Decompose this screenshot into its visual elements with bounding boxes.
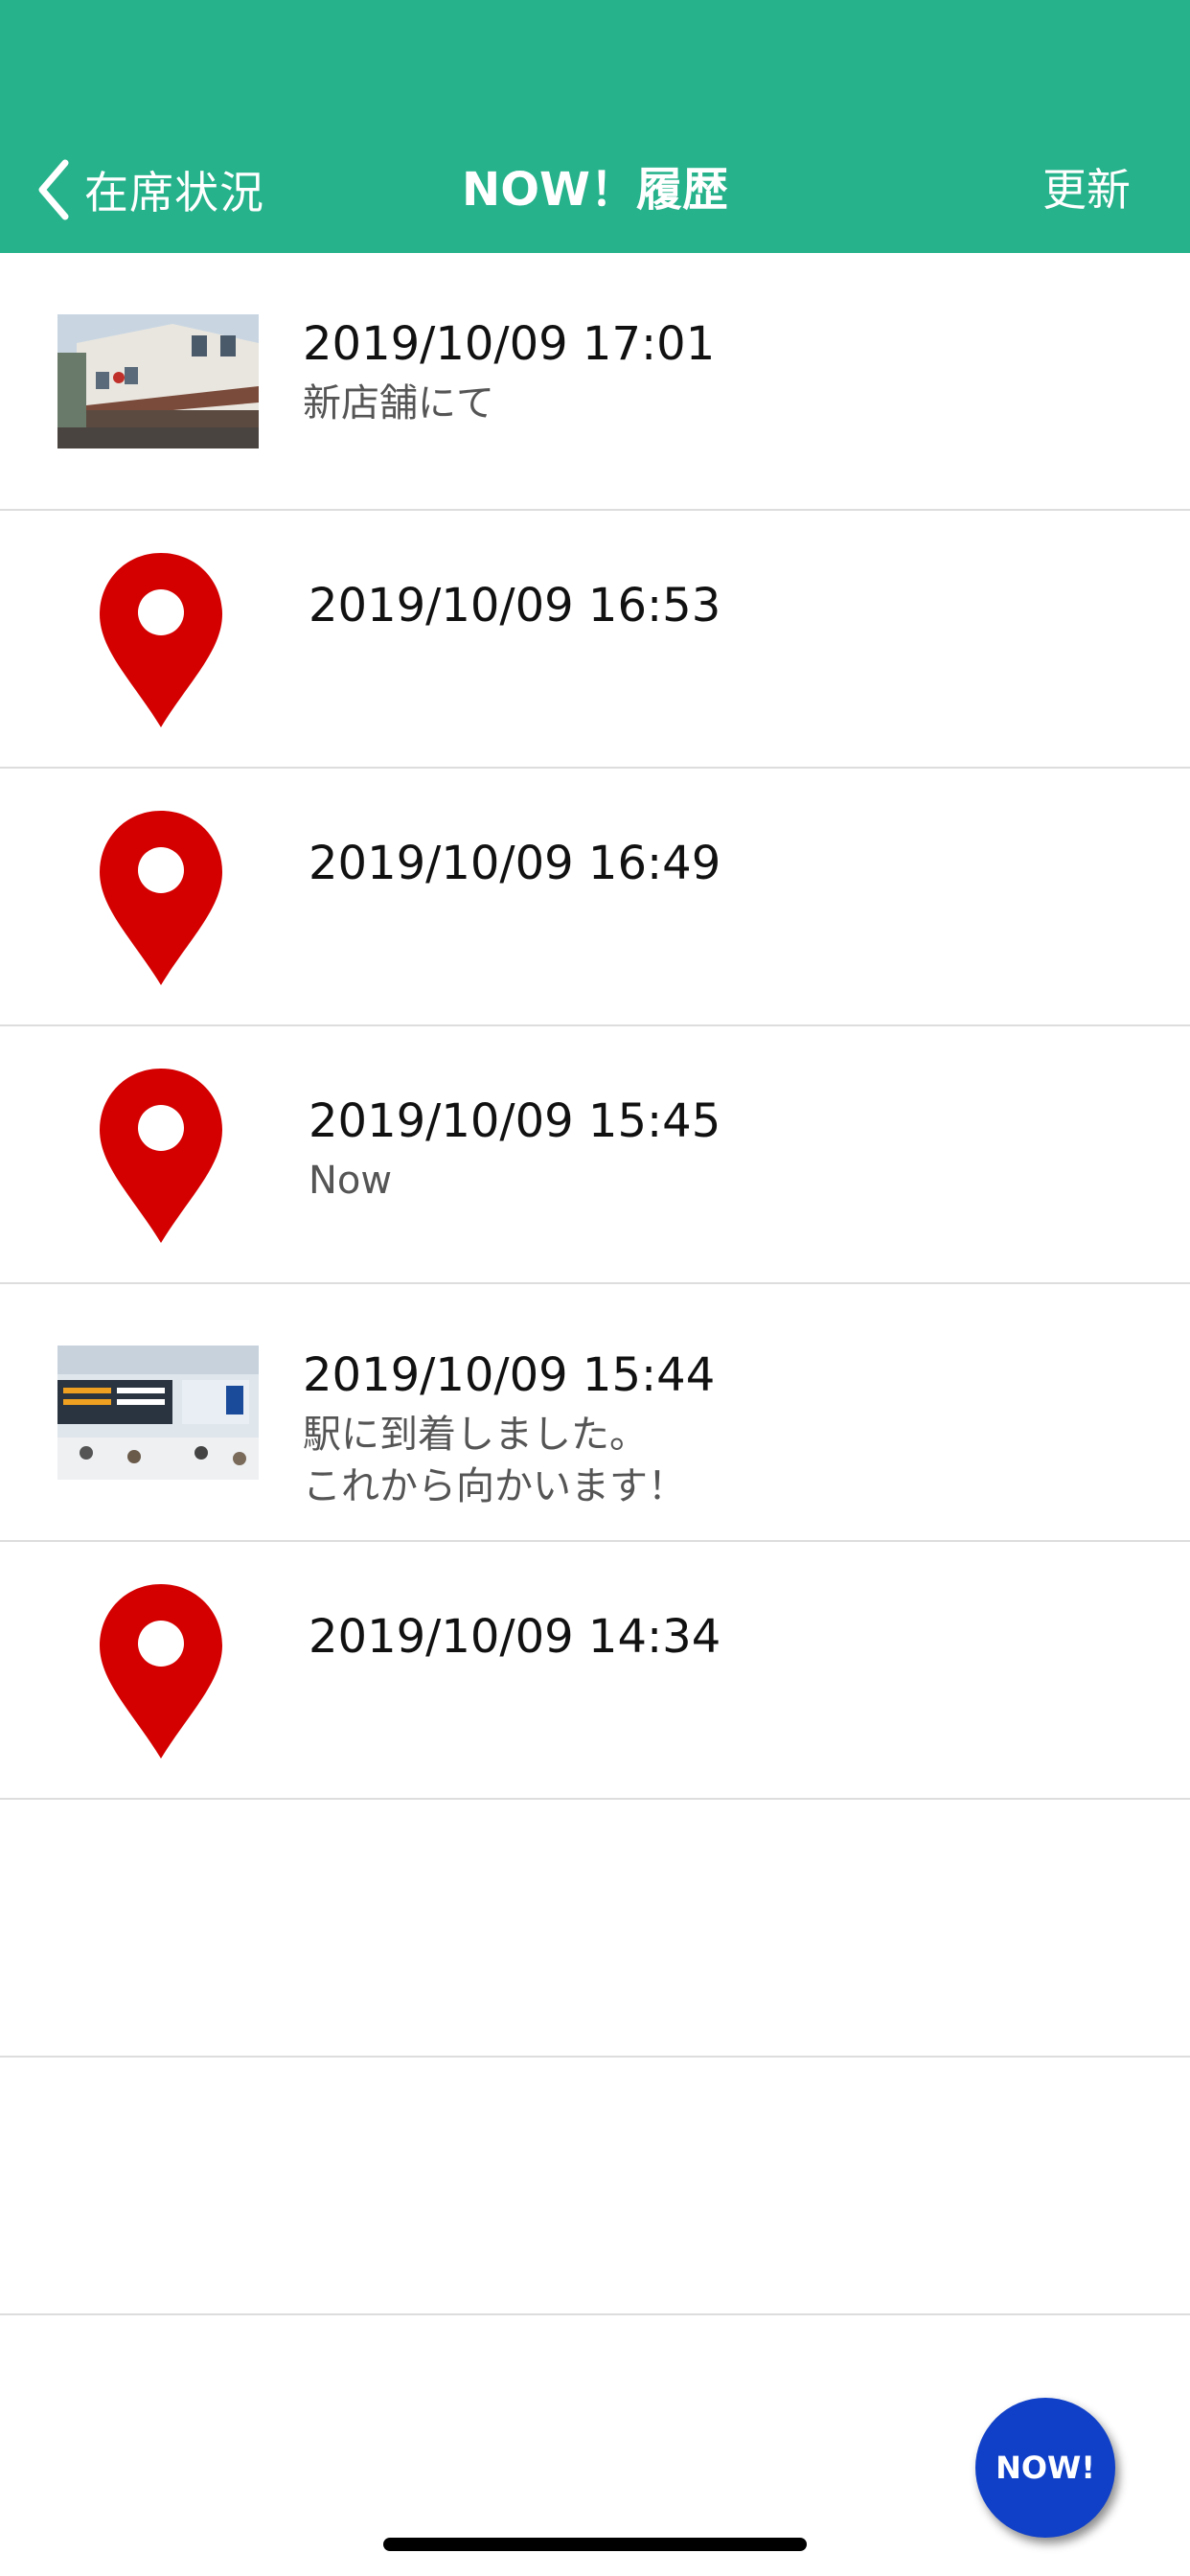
home-indicator (383, 2538, 807, 2551)
row-timestamp: 2019/10/09 14:34 (309, 1610, 721, 1664)
map-pin-icon (100, 811, 222, 985)
chevron-left-icon (38, 159, 69, 220)
row-timestamp: 2019/10/09 15:44 (303, 1348, 716, 1402)
station-photo (57, 1346, 259, 1480)
map-pin-icon (100, 1584, 222, 1759)
map-pin-icon (100, 553, 222, 727)
row-timestamp: 2019/10/09 17:01 (303, 317, 716, 371)
row-timestamp: 2019/10/09 16:53 (309, 579, 721, 632)
storefront-photo (57, 314, 259, 448)
empty-row (0, 1800, 1190, 2058)
history-row[interactable]: 2019/10/09 15:45 Now (0, 1026, 1190, 1284)
now-button[interactable]: NOW! (975, 2398, 1115, 2538)
empty-row (0, 2058, 1190, 2315)
history-row[interactable]: 2019/10/09 16:53 (0, 511, 1190, 769)
row-timestamp: 2019/10/09 16:49 (309, 837, 721, 890)
history-list: 2019/10/09 17:01 新店舗にて 2019/10/09 16:53 … (0, 253, 1190, 2315)
history-row[interactable]: 2019/10/09 14:34 (0, 1542, 1190, 1800)
back-button[interactable]: 在席状況 (34, 155, 264, 224)
refresh-button[interactable]: 更新 (1042, 155, 1131, 224)
back-button-label: 在席状況 (84, 167, 264, 218)
history-row[interactable]: 2019/10/09 17:01 新店舗にて (0, 253, 1190, 511)
row-note: 新店舗にて (303, 381, 494, 426)
map-pin-icon (100, 1069, 222, 1243)
row-note: Now (309, 1159, 393, 1203)
row-timestamp: 2019/10/09 15:45 (309, 1094, 721, 1148)
nav-bar: 在席状況 NOW！履歴 更新 (0, 0, 1190, 253)
row-note: 駅に到着しました。 これから向かいます！ (303, 1413, 686, 1508)
history-row[interactable]: 2019/10/09 16:49 (0, 769, 1190, 1026)
history-row[interactable]: 2019/10/09 15:44 駅に到着しました。 これから向かいます！ (0, 1284, 1190, 1542)
